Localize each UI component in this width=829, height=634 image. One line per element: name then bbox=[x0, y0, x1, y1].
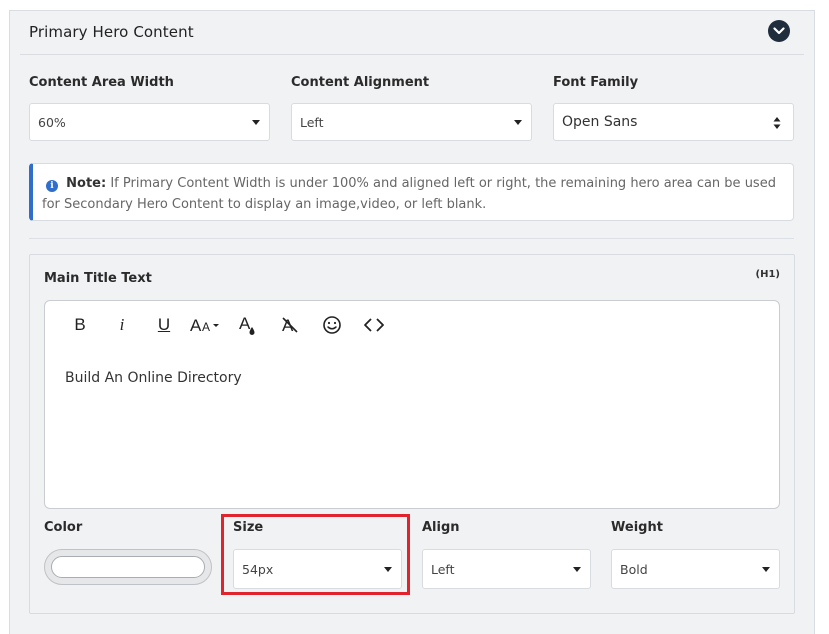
bold-icon[interactable]: B bbox=[59, 312, 101, 338]
editor-content[interactable]: Build An Online Directory bbox=[65, 370, 242, 386]
main-title-card: Main Title Text (H1) B i U A A A A Build… bbox=[29, 254, 795, 614]
caret-down-icon bbox=[762, 567, 770, 572]
font-size-icon[interactable]: A A bbox=[185, 312, 227, 338]
font-family-select[interactable]: Open Sans bbox=[553, 103, 794, 141]
size-value: 54px bbox=[242, 561, 274, 577]
weight-select[interactable]: Bold bbox=[611, 549, 780, 589]
caret-down-icon bbox=[514, 120, 522, 125]
chevron-down-icon bbox=[773, 27, 785, 35]
info-icon: i bbox=[46, 180, 58, 192]
font-size-glyph: A A bbox=[190, 316, 219, 335]
sort-arrows-icon bbox=[773, 117, 781, 129]
text-color-glyph: A bbox=[239, 314, 255, 335]
size-label: Size bbox=[233, 520, 264, 535]
svg-text:A: A bbox=[239, 314, 251, 333]
content-width-label: Content Area Width bbox=[29, 75, 174, 90]
align-select[interactable]: Left bbox=[422, 549, 591, 589]
collapse-toggle-button[interactable] bbox=[768, 20, 790, 42]
svg-text:A: A bbox=[202, 320, 210, 334]
weight-label: Weight bbox=[611, 520, 663, 535]
color-swatch bbox=[51, 556, 205, 578]
content-alignment-value: Left bbox=[300, 114, 324, 130]
italic-icon[interactable]: i bbox=[101, 312, 143, 338]
rich-text-editor[interactable]: B i U A A A A Build An Online Directory bbox=[44, 300, 780, 509]
divider bbox=[29, 238, 794, 239]
svg-text:A: A bbox=[190, 316, 202, 335]
editor-toolbar: B i U A A A A bbox=[59, 312, 395, 338]
code-view-icon[interactable] bbox=[353, 312, 395, 338]
content-alignment-label: Content Alignment bbox=[291, 75, 430, 90]
color-picker[interactable] bbox=[44, 549, 212, 585]
panel-header[interactable]: Primary Hero Content bbox=[20, 11, 804, 55]
emoji-icon[interactable] bbox=[311, 312, 353, 338]
align-value: Left bbox=[431, 561, 455, 577]
content-alignment-select[interactable]: Left bbox=[291, 103, 532, 141]
heading-level-badge: (H1) bbox=[755, 269, 780, 280]
color-label: Color bbox=[44, 520, 83, 535]
weight-value: Bold bbox=[620, 561, 648, 577]
underline-icon[interactable]: U bbox=[143, 312, 185, 338]
panel-title: Primary Hero Content bbox=[29, 23, 194, 41]
align-label: Align bbox=[422, 520, 460, 535]
clear-format-icon[interactable]: A bbox=[269, 312, 311, 338]
caret-down-icon bbox=[573, 567, 581, 572]
code-glyph bbox=[364, 318, 384, 332]
content-width-value: 60% bbox=[38, 114, 66, 130]
caret-down-icon bbox=[252, 120, 260, 125]
note-prefix: Note: bbox=[66, 176, 107, 191]
font-family-label: Font Family bbox=[553, 75, 639, 90]
size-select[interactable]: 54px bbox=[233, 549, 402, 589]
clear-format-glyph: A bbox=[282, 316, 298, 335]
font-family-value: Open Sans bbox=[562, 114, 638, 130]
note-box: i Note: If Primary Content Width is unde… bbox=[29, 163, 794, 221]
content-width-select[interactable]: 60% bbox=[29, 103, 270, 141]
caret-down-icon bbox=[384, 567, 392, 572]
main-title-label: Main Title Text bbox=[44, 271, 152, 286]
smiley-glyph bbox=[323, 316, 341, 334]
note-text: If Primary Content Width is under 100% a… bbox=[42, 176, 776, 212]
text-color-icon[interactable]: A bbox=[227, 312, 269, 338]
